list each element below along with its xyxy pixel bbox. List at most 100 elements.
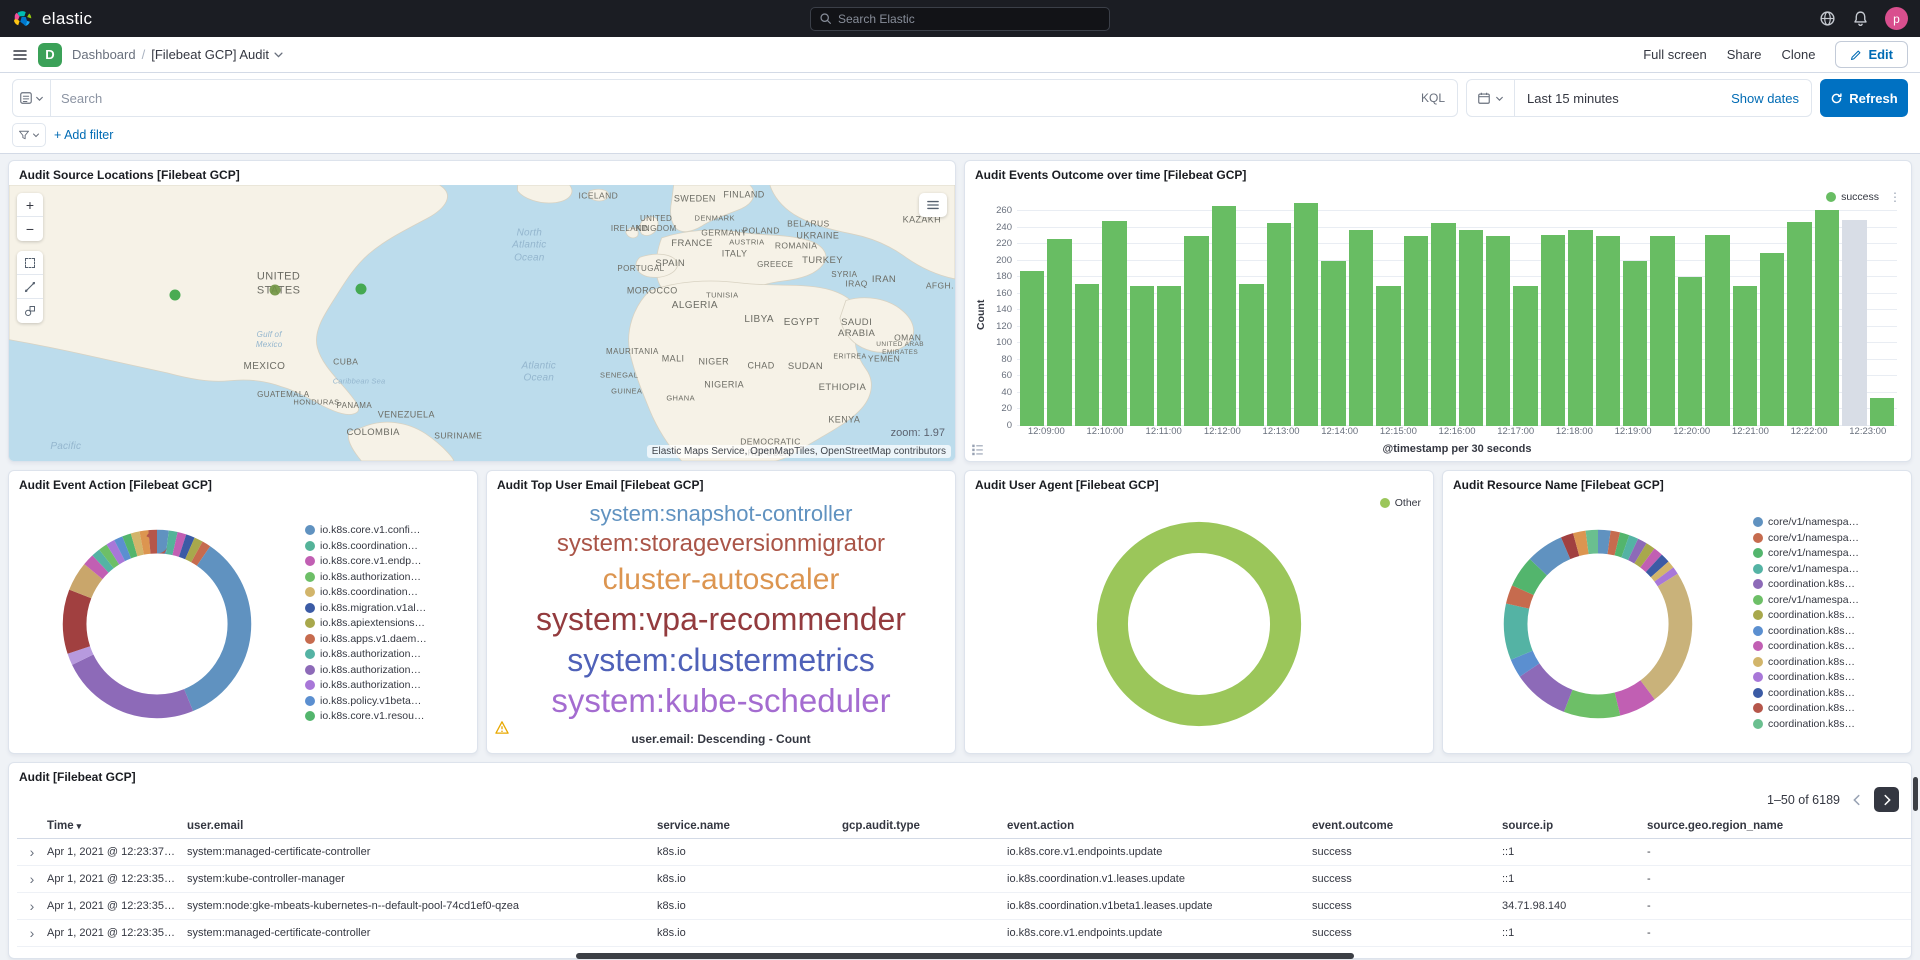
tagcloud-word[interactable]: system:storageversionmigrator bbox=[557, 531, 885, 558]
histogram-bar[interactable] bbox=[1623, 261, 1647, 426]
vertical-scrollbar[interactable] bbox=[1913, 777, 1918, 811]
legend-options-icon[interactable]: ⋮ bbox=[1889, 190, 1901, 204]
table-row[interactable]: ›Apr 1, 2021 @ 12:23:35.486system:manage… bbox=[17, 920, 1911, 947]
histogram-bar[interactable] bbox=[1431, 223, 1455, 426]
legend-item[interactable]: coordination.k8s… bbox=[1753, 718, 1901, 730]
outcome-plot[interactable] bbox=[1017, 203, 1897, 426]
legend-item[interactable]: io.k8s.policy.v1beta… bbox=[305, 695, 467, 707]
histogram-bar[interactable] bbox=[1650, 236, 1674, 426]
legend-item[interactable]: io.k8s.apps.v1.daem… bbox=[305, 633, 467, 645]
histogram-bar[interactable] bbox=[1321, 261, 1345, 426]
map-marker[interactable] bbox=[269, 285, 280, 296]
show-dates-button[interactable]: Show dates bbox=[1719, 91, 1811, 106]
expand-row-icon[interactable]: › bbox=[17, 925, 47, 941]
edit-button[interactable]: Edit bbox=[1835, 41, 1908, 68]
map-shape-tools-button[interactable] bbox=[17, 299, 43, 323]
legend-item[interactable]: coordination.k8s… bbox=[1753, 625, 1901, 637]
histogram-bar[interactable] bbox=[1184, 236, 1208, 426]
histogram-bar[interactable] bbox=[1568, 230, 1592, 426]
histogram-bar[interactable] bbox=[1541, 235, 1565, 426]
column-header[interactable]: source.geo.region_name bbox=[1647, 820, 1911, 832]
user-agent-donut[interactable] bbox=[1088, 513, 1310, 735]
search-input[interactable] bbox=[51, 91, 1409, 106]
calendar-button[interactable] bbox=[1467, 80, 1515, 116]
histogram-bar[interactable] bbox=[1212, 206, 1236, 426]
legend-item[interactable]: coordination.k8s… bbox=[1753, 687, 1901, 699]
pagination-prev-button[interactable] bbox=[1850, 793, 1864, 807]
kql-selector[interactable]: KQL bbox=[1409, 91, 1457, 105]
expand-row-icon[interactable]: › bbox=[17, 871, 47, 887]
legend-item[interactable]: io.k8s.migration.v1al… bbox=[305, 602, 467, 614]
legend-item[interactable]: io.k8s.authorization… bbox=[305, 679, 467, 691]
histogram-bar[interactable] bbox=[1239, 284, 1263, 426]
column-header[interactable]: service.name bbox=[657, 820, 842, 832]
column-header[interactable]: gcp.audit.type bbox=[842, 820, 1007, 832]
histogram-bar[interactable] bbox=[1404, 236, 1428, 426]
map-box-select-button[interactable] bbox=[17, 251, 43, 275]
histogram-bar[interactable] bbox=[1349, 230, 1373, 426]
breadcrumb-page-title[interactable]: [Filebeat GCP] Audit bbox=[151, 47, 284, 62]
histogram-bar[interactable] bbox=[1513, 286, 1537, 426]
legend-item[interactable]: io.k8s.core.v1.resou… bbox=[305, 710, 467, 722]
column-header[interactable]: event.outcome bbox=[1312, 820, 1502, 832]
legend-item[interactable]: coordination.k8s… bbox=[1753, 578, 1901, 590]
legend-item[interactable]: core/v1/namespa… bbox=[1753, 516, 1901, 528]
map-zoom-out-button[interactable]: − bbox=[17, 217, 43, 241]
space-badge[interactable]: D bbox=[38, 43, 62, 67]
histogram-bar[interactable] bbox=[1787, 222, 1811, 426]
legend-item[interactable]: io.k8s.authorization… bbox=[305, 648, 467, 660]
legend-item[interactable]: io.k8s.authorization… bbox=[305, 664, 467, 676]
map-zoom-in-button[interactable]: + bbox=[17, 193, 43, 217]
legend-item[interactable]: core/v1/namespa… bbox=[1753, 547, 1901, 559]
column-header[interactable]: user.email bbox=[187, 820, 657, 832]
histogram-bar[interactable] bbox=[1678, 277, 1702, 426]
table-row[interactable]: ›Apr 1, 2021 @ 12:23:37.494system:manage… bbox=[17, 839, 1911, 866]
refresh-button[interactable]: Refresh bbox=[1820, 79, 1908, 117]
histogram-bar[interactable] bbox=[1294, 203, 1318, 426]
column-header[interactable]: Time▾ bbox=[47, 820, 187, 832]
legend-item[interactable]: io.k8s.apiextensions… bbox=[305, 617, 467, 629]
full-screen-button[interactable]: Full screen bbox=[1643, 47, 1707, 62]
histogram-bar[interactable] bbox=[1020, 271, 1044, 426]
tagcloud-word[interactable]: system:vpa-recommender bbox=[536, 602, 906, 638]
map-legend-toggle[interactable] bbox=[919, 193, 947, 217]
table-row[interactable]: ›Apr 1, 2021 @ 12:23:35.855system:kube-c… bbox=[17, 866, 1911, 893]
alerts-bell-icon[interactable] bbox=[1852, 10, 1869, 27]
menu-hamburger-icon[interactable] bbox=[12, 47, 28, 63]
legend-item[interactable]: io.k8s.core.v1.endp… bbox=[305, 555, 467, 567]
histogram-bar[interactable] bbox=[1596, 236, 1620, 426]
tagcloud-word[interactable]: system:snapshot-controller bbox=[590, 502, 853, 527]
map-draw-button[interactable] bbox=[17, 275, 43, 299]
map-attribution[interactable]: Elastic Maps Service, OpenMapTiles, Open… bbox=[647, 445, 951, 458]
table-row[interactable]: ›Apr 1, 2021 @ 12:23:35.500system:node:g… bbox=[17, 893, 1911, 920]
time-range-value[interactable]: Last 15 minutes bbox=[1515, 91, 1719, 106]
histogram-bar[interactable] bbox=[1459, 230, 1483, 426]
histogram-bar[interactable] bbox=[1760, 253, 1784, 426]
breadcrumb-dashboard-link[interactable]: Dashboard bbox=[72, 47, 136, 62]
legend-item[interactable]: io.k8s.coordination… bbox=[305, 586, 467, 598]
histogram-bar[interactable] bbox=[1870, 398, 1894, 426]
histogram-bar[interactable] bbox=[1047, 239, 1071, 426]
histogram-bar[interactable] bbox=[1102, 221, 1126, 426]
legend-item[interactable]: coordination.k8s… bbox=[1753, 609, 1901, 621]
tagcloud-word[interactable]: cluster-autoscaler bbox=[603, 563, 840, 597]
histogram-bar[interactable] bbox=[1705, 235, 1729, 426]
map-marker[interactable] bbox=[169, 290, 180, 301]
histogram-bar[interactable] bbox=[1130, 286, 1154, 426]
legend-item[interactable]: success bbox=[1826, 191, 1879, 203]
legend-item[interactable]: io.k8s.core.v1.confi… bbox=[305, 524, 467, 536]
histogram-bar[interactable] bbox=[1815, 210, 1839, 426]
add-filter-button[interactable]: + Add filter bbox=[54, 128, 113, 142]
tagcloud-word[interactable]: system:clustermetrics bbox=[567, 643, 875, 679]
column-header[interactable]: event.action bbox=[1007, 820, 1312, 832]
saved-query-menu-button[interactable] bbox=[13, 80, 51, 116]
expand-row-icon[interactable]: › bbox=[17, 844, 47, 860]
expand-row-icon[interactable]: › bbox=[17, 898, 47, 914]
pagination-next-button[interactable] bbox=[1874, 787, 1899, 812]
map-marker[interactable] bbox=[355, 284, 366, 295]
legend-item[interactable]: io.k8s.authorization… bbox=[305, 571, 467, 583]
legend-item[interactable]: Other bbox=[1380, 497, 1421, 509]
legend-item[interactable]: coordination.k8s… bbox=[1753, 702, 1901, 714]
tagcloud-word[interactable]: system:kube-scheduler bbox=[551, 683, 890, 720]
legend-item[interactable]: core/v1/namespa… bbox=[1753, 532, 1901, 544]
